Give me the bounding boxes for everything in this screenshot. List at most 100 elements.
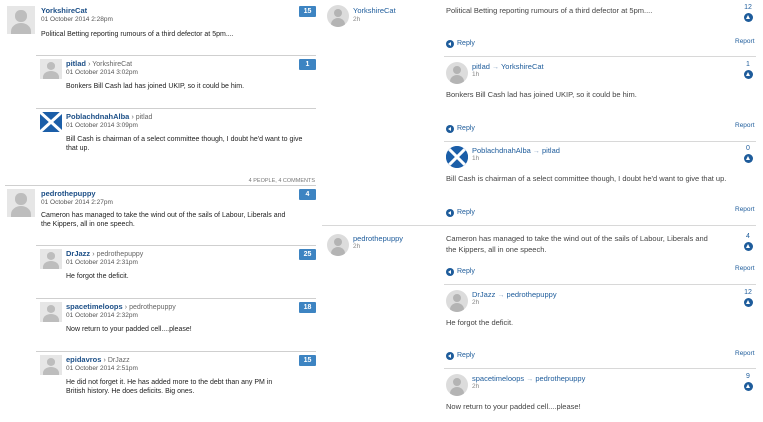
divider [36,245,316,246]
vote-count: 9 [746,373,750,380]
comment-time: 2h [353,243,361,250]
report-link[interactable]: Report [735,206,755,213]
reply-to[interactable]: › pedrothepuppy [125,304,176,311]
reply-to[interactable]: › YorkshireCat [88,61,132,68]
avatar[interactable] [40,59,62,79]
comment-author[interactable]: YorkshireCat [41,6,87,15]
reply-arrow-icon: → [492,64,500,71]
thread-meta: 4 PEOPLE, 4 COMMENTS [248,178,315,184]
saltire-icon [446,146,468,168]
avatar[interactable] [446,374,468,396]
reply-to[interactable]: › pedrothepuppy [92,251,143,258]
comment-body: Now return to your padded cell....please… [446,402,581,411]
upvote-icon[interactable] [744,242,753,251]
saltire-avatar[interactable] [40,112,62,132]
reply-icon[interactable] [446,125,454,133]
reply-icon[interactable] [446,268,454,276]
reply-link[interactable]: Reply [457,268,475,275]
comment-author-line: DrJazz → pedrothepuppy [472,290,557,299]
avatar[interactable] [327,234,349,256]
reply-to-name[interactable]: pitlad [542,146,560,155]
avatar[interactable] [446,62,468,84]
comment-author[interactable]: YorkshireCat [353,6,396,15]
upvote-icon[interactable] [744,298,753,307]
reply-to-name[interactable]: YorkshireCat [92,61,132,68]
comment-author-line: pitlad → YorkshireCat [472,62,544,71]
comment-time: 2h [472,383,480,390]
reply-to[interactable]: › pitlad [131,114,152,121]
comment-date[interactable]: 01 October 2014 2:51pm [66,365,138,372]
reply-to-name[interactable]: pitlad [136,114,153,121]
comment-author[interactable]: PoblachdnahAlba [472,146,531,155]
comment-author-line: PoblachdnahAlba › pitlad [66,112,152,121]
saltire-icon [40,112,62,132]
reply-to-name[interactable]: pedrothepuppy [97,251,144,258]
vote-badge[interactable]: 15 [299,6,316,17]
divider [36,351,316,352]
reply-icon[interactable] [446,352,454,360]
comment-body: Bonkers Bill Cash lad has joined UKIP, s… [446,90,637,99]
comment-author[interactable]: pedrothepuppy [41,189,96,198]
reply-to-name[interactable]: pedrothepuppy [535,374,585,383]
divider [444,56,756,57]
reply-link[interactable]: Reply [457,352,475,359]
comment-date[interactable]: 01 October 2014 2:31pm [66,259,138,266]
report-link[interactable]: Report [735,265,755,272]
reply-to-name[interactable]: pedrothepuppy [507,290,557,299]
comment-date[interactable]: 01 October 2014 2:27pm [41,199,113,206]
reply-to-name[interactable]: pedrothepuppy [129,304,176,311]
avatar[interactable] [40,302,62,322]
comment-body: He forgot the deficit. [446,318,514,327]
comment-time: 2h [472,299,480,306]
comment-date[interactable]: 01 October 2014 3:09pm [66,122,138,129]
reply-link[interactable]: Reply [457,40,475,47]
reply-link[interactable]: Reply [457,125,475,132]
reply-arrow-icon: → [526,376,534,383]
divider [444,141,756,142]
comment-author[interactable]: spacetimeloops [66,302,123,311]
comment-author[interactable]: DrJazz [472,290,495,299]
comment-author[interactable]: pitlad [66,59,86,68]
avatar[interactable] [40,249,62,269]
comment-date[interactable]: 01 October 2014 2:32pm [66,312,138,319]
comment-author[interactable]: DrJazz [66,249,90,258]
vote-badge[interactable]: 25 [299,249,316,260]
avatar[interactable] [7,189,35,217]
avatar[interactable] [40,355,62,375]
reply-to-name[interactable]: DrJazz [108,357,130,364]
vote-badge[interactable]: 4 [299,189,316,200]
upvote-icon[interactable] [744,154,753,163]
vote-count: 4 [746,233,750,240]
divider [36,108,316,109]
reply-icon[interactable] [446,40,454,48]
avatar[interactable] [327,5,349,27]
comment-author[interactable]: PoblachdnahAlba [66,112,129,121]
reply-to-name[interactable]: YorkshireCat [501,62,544,71]
comment-body: Bonkers Bill Cash lad has joined UKIP, s… [66,83,245,90]
vote-badge[interactable]: 18 [299,302,316,313]
comment-date[interactable]: 01 October 2014 2:28pm [41,16,113,23]
comment-body: Bill Cash is chairman of a select commit… [66,136,303,152]
report-link[interactable]: Report [735,38,755,45]
upvote-icon[interactable] [744,70,753,79]
comment-author[interactable]: pitlad [472,62,490,71]
report-link[interactable]: Report [735,122,755,129]
comment-author[interactable]: pedrothepuppy [353,234,403,243]
avatar[interactable] [7,6,35,34]
comment-date[interactable]: 01 October 2014 3:02pm [66,69,138,76]
reply-to[interactable]: › DrJazz [104,357,130,364]
reply-arrow-icon: → [497,292,505,299]
upvote-icon[interactable] [744,382,753,391]
comment-author[interactable]: spacetimeloops [472,374,524,383]
avatar[interactable] [446,290,468,312]
comment-body: Political Betting reporting rumours of a… [41,31,234,38]
vote-badge[interactable]: 15 [299,355,316,366]
vote-badge[interactable]: 1 [299,59,316,70]
reply-icon[interactable] [446,209,454,217]
report-link[interactable]: Report [735,350,755,357]
comment-author[interactable]: epidavros [66,355,101,364]
reply-link[interactable]: Reply [457,209,475,216]
saltire-avatar[interactable] [446,146,468,168]
upvote-icon[interactable] [744,13,753,22]
divider [36,55,316,56]
